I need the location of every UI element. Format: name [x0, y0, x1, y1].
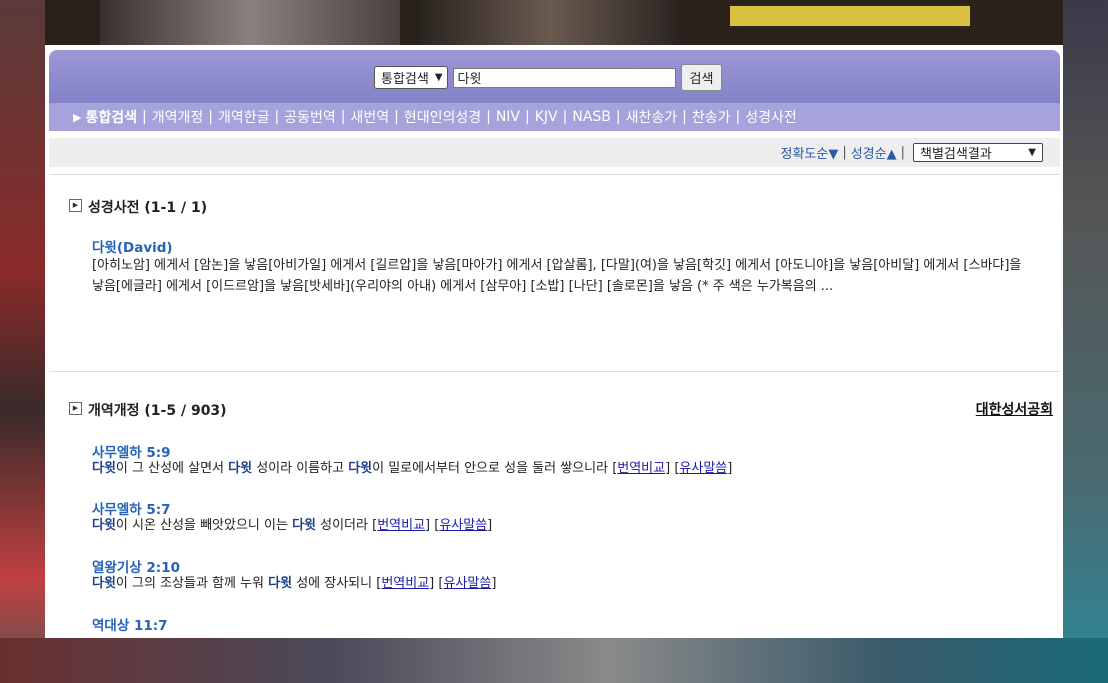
highlight-term: 다윗	[348, 461, 373, 476]
divider: |	[842, 145, 847, 160]
bracket: ]	[487, 518, 493, 533]
nav-item[interactable]: 개역한글	[218, 107, 270, 127]
translation-nav: ▶ 통합검색 | 개역개정 | 개역한글 | 공동번역 | 새번역 | 현대인의성경 | NIV | KJV…	[49, 103, 1060, 131]
nav-divider: |	[486, 109, 491, 125]
main-window: 통합검색 ▼ 다윗 검색 ▶ 통합검색 | 개역개정 | 개역한글 | 공동번역 | 새번역 | 현…	[45, 45, 1063, 638]
nav-item[interactable]: 새번역	[350, 107, 389, 127]
nav-item[interactable]: 성경사전	[745, 107, 797, 127]
nav-divider: |	[394, 109, 399, 125]
highlight-term: 다윗	[92, 518, 116, 533]
bracket: ]	[727, 461, 733, 476]
highlight-term: 다윗	[292, 518, 316, 533]
nav-item[interactable]: 현대인의성경	[404, 107, 481, 127]
chevron-down-icon: ▼	[1028, 147, 1036, 158]
highlight-term: 다윗	[228, 461, 253, 476]
triangle-right-icon: ▶	[73, 110, 82, 124]
nav-item[interactable]: 통합검색	[85, 107, 137, 127]
scope-select-value: 통합검색	[381, 72, 429, 87]
verse-text: 다윗이 그 산성에 살면서 다윗 성이라 이름하고 다윗이 밀로에서부터 안으로…	[92, 458, 1022, 479]
verse-segment: 이 시온 산성을 빼앗았으니 이는	[115, 518, 293, 533]
nav-divider: |	[682, 109, 687, 125]
search-row: 통합검색 ▼ 다윗 검색	[374, 64, 723, 91]
nav-item[interactable]: NIV	[496, 109, 520, 125]
verse-text: 다윗이 그의 조상들과 함께 누워 다윗 성에 장사되니 [번역비교] [유사말…	[92, 573, 1022, 594]
expand-toggle-icon[interactable]: ▶	[69, 198, 82, 212]
search-button[interactable]: 검색	[680, 64, 723, 91]
scope-select[interactable]: 통합검색 ▼	[374, 66, 448, 89]
nav-divider: |	[274, 109, 280, 125]
verse-reference-link[interactable]: 역대상 11:7	[92, 614, 168, 634]
nav-divider: |	[142, 109, 147, 125]
compare-translations-link[interactable]: 번역비교	[617, 461, 665, 476]
expand-toggle-icon[interactable]: ▶	[69, 401, 82, 415]
publisher-link[interactable]: 대한성서공회	[976, 399, 1053, 419]
divider: |	[900, 145, 905, 160]
sort-bar: 정확도순▼ | 성경순▲ | 책별검색결과 ▼	[49, 138, 1060, 167]
nav-item[interactable]: 찬송가	[692, 107, 731, 127]
verse-text: 다윗이 시온 산성을 빼앗았으니 이는 다윗 성이더라 [번역비교] [유사말씀…	[92, 515, 1022, 536]
highlight-term: 다윗	[268, 576, 293, 591]
highlight-term: 다윗	[92, 461, 116, 476]
nav-item[interactable]: 개역개정	[152, 107, 204, 127]
search-input-value: 다윗	[457, 72, 482, 87]
highlight-term: 다윗	[92, 576, 116, 591]
result-view-value: 책별검색결과	[920, 147, 992, 162]
chevron-down-icon: ▼	[434, 72, 443, 83]
dictionary-entry-title[interactable]: 다윗(David)	[92, 236, 173, 256]
verse-segment: 이 그의 조상들과 함께 누워	[115, 576, 269, 591]
compare-translations-link[interactable]: 번역비교	[381, 576, 429, 591]
result-view-select[interactable]: 책별검색결과 ▼	[913, 143, 1043, 162]
nav-divider: |	[340, 109, 346, 125]
search-input[interactable]: 다윗	[452, 67, 676, 88]
nav-item[interactable]: 공동번역	[284, 107, 336, 127]
nav-divider: |	[735, 109, 741, 125]
nav-item[interactable]: KJV	[535, 109, 558, 125]
verse-segment: 성이더라	[316, 518, 373, 533]
verse-segment: 성에 장사되니	[292, 576, 377, 591]
nav-item[interactable]: 새찬송가	[626, 107, 678, 127]
verse-segment: 성이라 이름하고	[252, 461, 349, 476]
sort-accuracy-link[interactable]: 정확도순▼	[780, 143, 838, 162]
verse-segment: 이 그 산성에 살면서	[115, 461, 229, 476]
search-header: 통합검색 ▼ 다윗 검색	[49, 50, 1060, 103]
dictionary-entry-text: [아히노암] 에게서 [암논]을 낳음[아비가일] 에게서 [길르압]을 낳음[…	[92, 258, 1022, 294]
divider	[49, 174, 1060, 175]
nav-divider: |	[525, 109, 530, 125]
dictionary-heading-text: 성경사전 (1-1 / 1)	[88, 200, 208, 216]
sort-bible-order-link[interactable]: 성경순▲	[851, 143, 897, 162]
similar-verses-link[interactable]: 유사말씀	[439, 518, 487, 533]
bracket: ]	[491, 576, 497, 591]
dictionary-section-heading: ▶ 성경사전 (1-1 / 1)	[69, 197, 207, 217]
nav-divider: |	[615, 109, 621, 125]
similar-verses-link[interactable]: 유사말씀	[679, 461, 727, 476]
revised-heading-text: 개역개정 (1-5 / 903)	[88, 403, 227, 419]
similar-verses-link[interactable]: 유사말씀	[443, 576, 491, 591]
nav-item[interactable]: NASB	[572, 109, 611, 125]
compare-translations-link[interactable]: 번역비교	[377, 518, 425, 533]
divider	[49, 371, 1060, 372]
revised-section-heading: ▶ 개역개정 (1-5 / 903)	[69, 400, 227, 420]
nav-divider: |	[562, 109, 568, 125]
verse-segment: 이 밀로에서부터 안으로 성을 둘러 쌓으니라	[372, 461, 613, 476]
nav-divider: |	[208, 109, 213, 125]
